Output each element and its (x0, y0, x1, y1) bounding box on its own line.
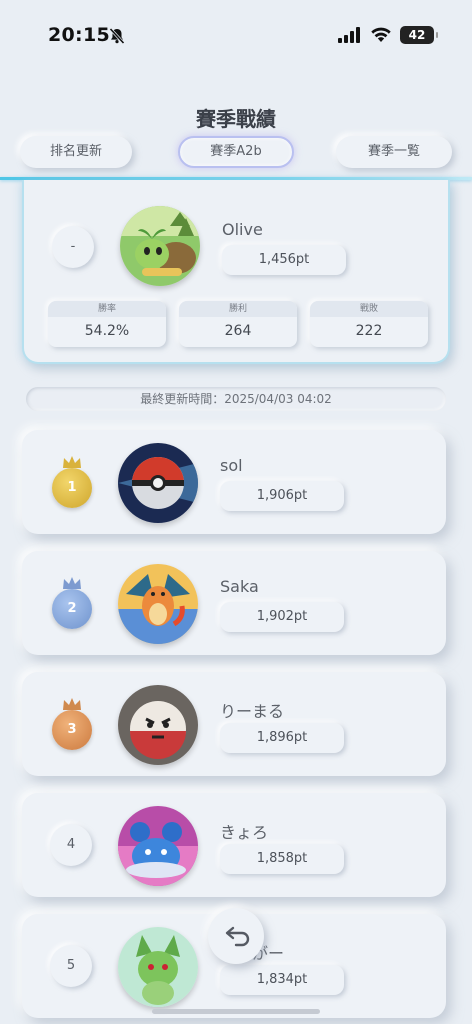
refresh-ranking-button[interactable]: 排名更新 (20, 136, 132, 168)
avatar (118, 927, 198, 1007)
crown-icon (63, 577, 81, 589)
status-bar: 20:15 42 (0, 0, 472, 70)
bell-slash-icon (109, 27, 125, 45)
player-points: 1,858pt (220, 844, 344, 874)
gold-medal-badge: 1 (52, 456, 92, 508)
avatar (120, 206, 200, 286)
stat-value: 264 (224, 323, 252, 339)
season-list-button[interactable]: 賽季一覧 (336, 136, 452, 168)
stat-label: 戰敗 (310, 301, 428, 317)
player-name: りーまる (220, 702, 285, 721)
player-points: 1,834pt (220, 965, 344, 995)
my-player-name: Olive (222, 220, 263, 239)
rank-number: 2 (67, 601, 77, 616)
last-updated-text: 最終更新時間：2025/04/03 04:02 (26, 387, 446, 411)
leaderboard-row[interactable]: 4 きょろ 1,858pt (22, 793, 446, 897)
avatar (118, 443, 198, 523)
rank-number: 1 (67, 480, 77, 495)
player-name: Saka (220, 577, 259, 596)
season-selector-button[interactable]: 賽季A2b (178, 136, 294, 168)
crown-icon (63, 456, 81, 468)
home-indicator[interactable] (152, 1009, 320, 1014)
stat-label: 勝率 (48, 301, 166, 317)
rank-badge: 5 (50, 945, 92, 987)
leaderboard-row[interactable]: 1 sol 1,906pt (22, 430, 446, 534)
battery-indicator: 42 (400, 26, 438, 44)
my-rank-badge: - (52, 226, 94, 268)
player-points: 1,902pt (220, 602, 344, 632)
signal-icon (338, 27, 360, 43)
page-title: 賽季戰績 (196, 107, 276, 131)
player-name: きょろ (220, 823, 269, 842)
rank-badge: 4 (50, 824, 92, 866)
my-points: 1,456pt (222, 245, 346, 275)
avatar (118, 564, 198, 644)
silver-medal-badge: 2 (52, 577, 92, 629)
return-arrow-icon (225, 926, 250, 947)
wins-stat: 勝利 264 (179, 301, 297, 347)
wifi-icon (371, 27, 391, 42)
win-rate-stat: 勝率 54.2% (48, 301, 166, 347)
stat-value: 54.2% (84, 323, 130, 339)
my-ranking-card: - Olive 1,456pt 勝率 54.2% 勝利 264 戰敗 222 (22, 180, 450, 364)
leaderboard-row[interactable]: 3 りーまる 1,896pt (22, 672, 446, 776)
crown-icon (63, 698, 81, 710)
bronze-medal-badge: 3 (52, 698, 92, 750)
stat-value: 222 (355, 323, 383, 339)
player-points: 1,896pt (220, 723, 344, 753)
player-name: sol (220, 456, 243, 475)
leaderboard-row[interactable]: 2 Saka 1,902pt (22, 551, 446, 655)
stat-label: 勝利 (179, 301, 297, 317)
back-button[interactable] (208, 908, 264, 964)
player-points: 1,906pt (220, 481, 344, 511)
avatar (118, 685, 198, 765)
losses-stat: 戰敗 222 (310, 301, 428, 347)
avatar (118, 806, 198, 886)
status-time: 20:15 (48, 24, 110, 46)
rank-number: 3 (67, 722, 77, 737)
